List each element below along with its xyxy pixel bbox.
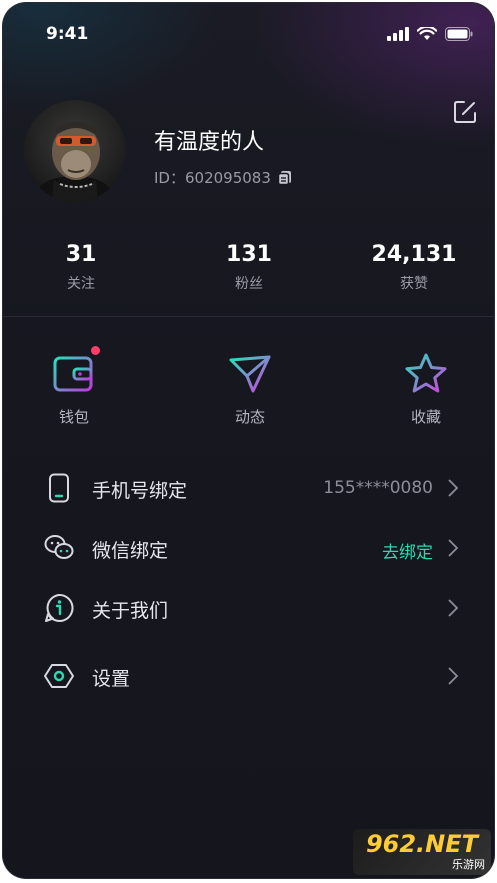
copy-icon[interactable] <box>277 170 293 186</box>
stat-label: 粉丝 <box>235 276 263 292</box>
chevron-right-icon <box>448 667 459 685</box>
menu-row-about-us[interactable]: 关于我们 <box>2 583 495 633</box>
chevron-right-icon <box>448 599 459 617</box>
watermark-sub: 乐游网 <box>452 858 485 871</box>
quick-action-label: 动态 <box>234 408 265 426</box>
divider <box>2 316 495 317</box>
status-time: 9:41 <box>46 24 89 44</box>
menu-row-settings[interactable]: 设置 <box>2 651 495 701</box>
battery-icon <box>445 27 473 41</box>
wallet-icon <box>53 356 93 392</box>
stat-label: 关注 <box>67 276 95 292</box>
avatar[interactable] <box>24 100 126 202</box>
wifi-icon <box>417 27 437 40</box>
app-screen: 9:41 有温度的人 ID： 602095083 31 关注 131 粉丝 24… <box>2 2 495 879</box>
watermark-main: 962.NET <box>365 830 479 858</box>
menu-row-value: 155****0080 <box>323 478 433 498</box>
quick-action-wallet[interactable]: 钱包 <box>24 346 124 427</box>
user-id-value: 602095083 <box>184 168 271 187</box>
menu-row-label: 关于我们 <box>92 600 169 622</box>
status-bar: 9:41 <box>2 2 495 62</box>
settings-icon <box>44 664 74 688</box>
star-icon <box>405 353 447 393</box>
wechat-icon <box>44 535 74 559</box>
phone-icon <box>49 473 69 503</box>
site-watermark-logo: 962.NET 乐游网 <box>353 829 491 875</box>
stat-likes[interactable]: 24,131 获赞 <box>354 242 474 293</box>
quick-action-favorites[interactable]: 收藏 <box>376 352 476 427</box>
menu-row-label: 微信绑定 <box>92 540 169 562</box>
user-id-row: ID： 602095083 <box>154 167 293 188</box>
info-icon <box>45 593 74 622</box>
stats-bar: 31 关注 131 粉丝 24,131 获赞 <box>2 242 495 302</box>
quick-action-label: 收藏 <box>410 408 441 426</box>
stat-count: 24,131 <box>371 242 457 267</box>
menu-row-phone-binding[interactable]: 手机号绑定 155****0080 <box>2 463 495 513</box>
edit-profile-icon[interactable] <box>452 99 478 125</box>
status-icons <box>387 27 473 41</box>
stat-following[interactable]: 31 关注 <box>21 242 141 293</box>
ape-avatar-illustration <box>38 122 110 202</box>
chevron-right-icon <box>448 479 459 497</box>
username: 有温度的人 <box>154 130 265 155</box>
notification-badge <box>91 346 100 355</box>
paper-plane-icon <box>229 355 271 393</box>
stat-label: 获赞 <box>400 276 428 292</box>
menu-row-value[interactable]: 去绑定 <box>382 538 433 563</box>
stat-followers[interactable]: 131 粉丝 <box>189 242 309 293</box>
chevron-right-icon <box>448 539 459 557</box>
user-id-label: ID： <box>154 169 185 187</box>
menu-row-label: 手机号绑定 <box>92 480 188 502</box>
signal-icon <box>387 27 409 41</box>
stat-count: 131 <box>226 242 272 267</box>
menu-row-label: 设置 <box>92 668 131 690</box>
menu-row-wechat-binding[interactable]: 微信绑定 去绑定 <box>2 523 495 573</box>
quick-action-moments[interactable]: 动态 <box>200 352 300 427</box>
stat-count: 31 <box>65 242 97 267</box>
quick-action-label: 钱包 <box>58 408 89 426</box>
